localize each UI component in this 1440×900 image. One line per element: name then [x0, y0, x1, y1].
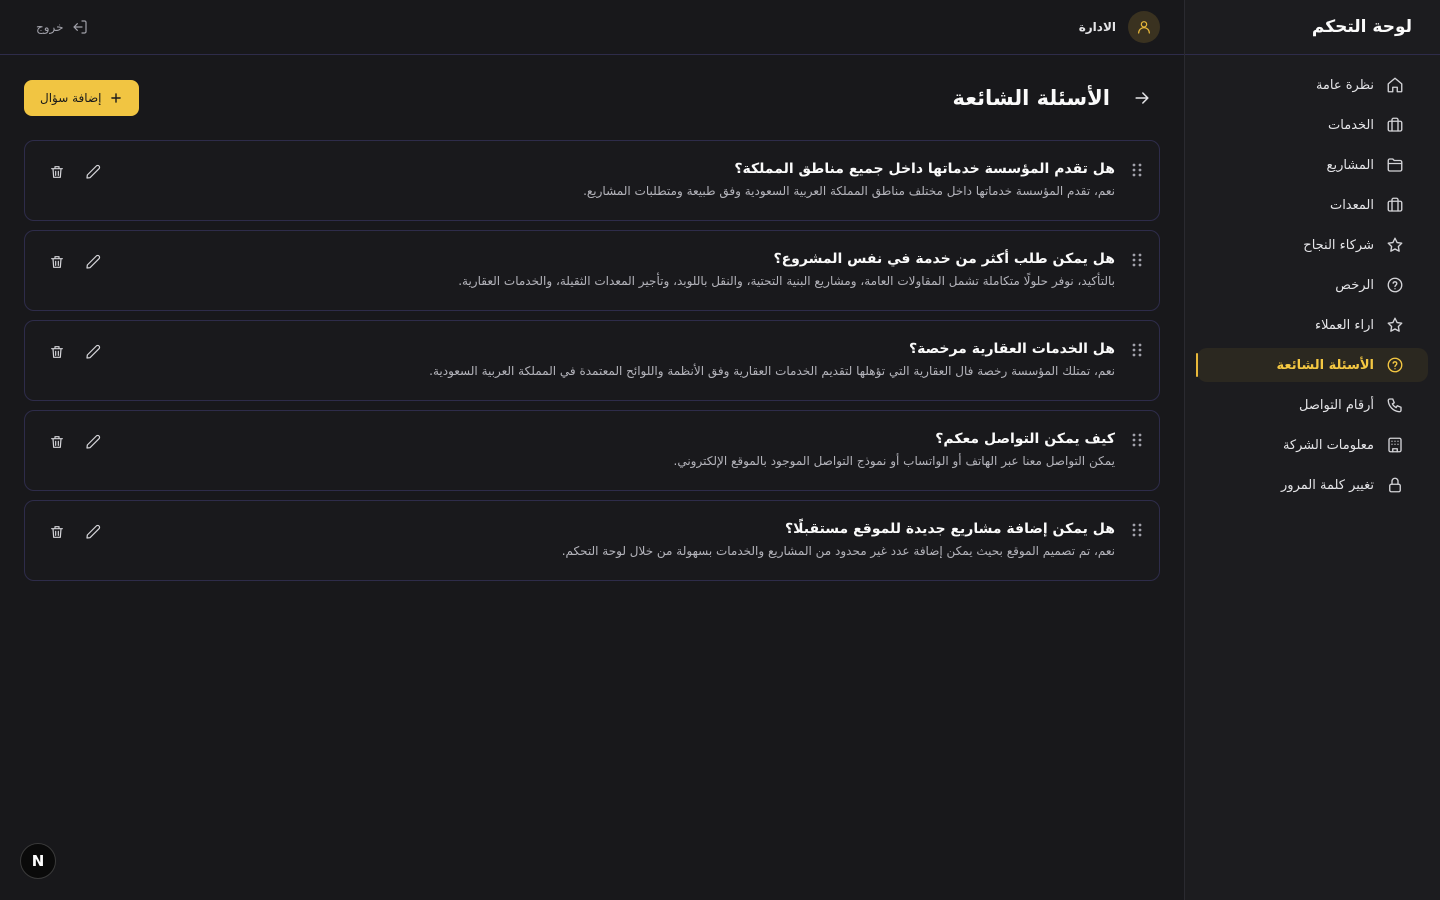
trash-icon[interactable]	[49, 254, 65, 270]
topbar: الادارة خروج	[0, 0, 1184, 55]
briefcase-icon	[1387, 197, 1403, 212]
add-question-button[interactable]: إضافة سؤال	[24, 80, 140, 116]
faq-item: هل تقدم المؤسسة خدماتها داخل جميع مناطق …	[24, 140, 1160, 221]
faq-item: هل يمكن طلب أكثر من خدمة في نفس المشروع؟…	[24, 230, 1160, 311]
page-title: الأسئلة الشائعة	[952, 86, 1111, 110]
drag-handle-icon[interactable]	[1131, 252, 1143, 268]
main-content: الأسئلة الشائعة إضافة سؤال هل تقدم المؤس…	[24, 56, 1160, 581]
faq-answer: نعم، تقدم المؤسسة خدماتها داخل مختلف منا…	[583, 184, 1115, 198]
sidebar-item-label: الرخص	[1335, 277, 1374, 293]
faq-answer: يمكن التواصل معنا عبر الهاتف أو الواتساب…	[673, 454, 1116, 468]
phone-icon	[1387, 398, 1402, 413]
sidebar-header: لوحة التحكم	[1185, 0, 1440, 55]
help-circle-icon	[1387, 357, 1403, 373]
faq-question: هل تقدم المؤسسة خدماتها داخل جميع مناطق …	[734, 161, 1115, 177]
trash-icon[interactable]	[49, 164, 65, 180]
edit-pencil-icon[interactable]	[85, 164, 101, 180]
sidebar-item-licenses[interactable]: الرخص	[1197, 265, 1428, 305]
faq-item: هل يمكن إضافة مشاريع جديدة للموقع مستقبل…	[24, 500, 1160, 581]
sidebar-item-label: اراء العملاء	[1315, 317, 1374, 333]
faq-item: كيف يمكن التواصل معكم؟ يمكن التواصل معنا…	[24, 410, 1160, 491]
sidebar-item-label: الأسئلة الشائعة	[1276, 357, 1375, 373]
edit-pencil-icon[interactable]	[85, 434, 101, 450]
sidebar-item-company-info[interactable]: معلومات الشركة	[1197, 425, 1428, 465]
faq-question: كيف يمكن التواصل معكم؟	[935, 431, 1115, 447]
faq-question: هل الخدمات العقارية مرخصة؟	[908, 341, 1115, 357]
faq-text: هل الخدمات العقارية مرخصة؟ نعم، تمتلك ال…	[69, 337, 1143, 380]
faq-text: هل يمكن طلب أكثر من خدمة في نفس المشروع؟…	[69, 247, 1143, 290]
title-wrap: الأسئلة الشائعة	[953, 86, 1161, 110]
faq-answer: نعم، تم تصميم الموقع بحيث يمكن إضافة عدد…	[561, 544, 1115, 558]
sidebar-item-label: المشاريع	[1326, 157, 1374, 173]
drag-handle-icon[interactable]	[1131, 522, 1143, 538]
sidebar-item-label: أرقام التواصل	[1299, 397, 1374, 413]
plus-icon	[111, 93, 122, 103]
sidebar-title: لوحة التحكم	[1311, 17, 1412, 37]
sidebar-item-label: المعدات	[1329, 197, 1374, 213]
faq-text: هل يمكن إضافة مشاريع جديدة للموقع مستقبل…	[69, 517, 1143, 560]
drag-handle-icon[interactable]	[1131, 162, 1143, 178]
drag-handle-icon[interactable]	[1131, 342, 1143, 358]
page-header: الأسئلة الشائعة إضافة سؤال	[24, 56, 1160, 140]
faq-question: هل يمكن طلب أكثر من خدمة في نفس المشروع؟	[773, 251, 1115, 267]
sidebar-item-overview[interactable]: نظرة عامة	[1197, 65, 1428, 105]
faq-actions	[49, 524, 101, 540]
trash-icon[interactable]	[49, 344, 65, 360]
help-circle-icon	[1387, 277, 1403, 293]
framework-badge[interactable]: N	[20, 843, 56, 879]
home-icon	[1387, 77, 1403, 93]
faq-answer: بالتأكيد، نوفر حلولًا متكاملة تشمل المقا…	[458, 274, 1115, 288]
faq-text: كيف يمكن التواصل معكم؟ يمكن التواصل معنا…	[69, 427, 1143, 470]
trash-icon[interactable]	[49, 524, 65, 540]
sidebar-nav: نظرة عامة الخدمات المشاريع المعدات شركاء…	[1185, 55, 1440, 505]
faq-question: هل يمكن إضافة مشاريع جديدة للموقع مستقبل…	[785, 521, 1115, 537]
sidebar-item-partners[interactable]: شركاء النجاح	[1197, 225, 1428, 265]
add-question-label: إضافة سؤال	[40, 91, 102, 105]
sidebar-item-testimonials[interactable]: اراء العملاء	[1197, 305, 1428, 345]
user-menu[interactable]: الادارة	[1079, 11, 1160, 43]
avatar	[1128, 11, 1160, 43]
star-icon	[1387, 237, 1403, 252]
briefcase-icon	[1387, 117, 1403, 132]
faq-list: هل تقدم المؤسسة خدماتها داخل جميع مناطق …	[24, 140, 1160, 581]
sidebar-item-services[interactable]: الخدمات	[1197, 105, 1428, 145]
sidebar-item-equipment[interactable]: المعدات	[1197, 185, 1428, 225]
faq-actions	[49, 344, 101, 360]
building-icon	[1388, 437, 1402, 453]
edit-pencil-icon[interactable]	[85, 254, 101, 270]
sidebar-item-label: شركاء النجاح	[1303, 237, 1374, 253]
edit-pencil-icon[interactable]	[85, 344, 101, 360]
trash-icon[interactable]	[49, 434, 65, 450]
folder-icon	[1387, 158, 1403, 172]
sidebar-item-contact-numbers[interactable]: أرقام التواصل	[1197, 385, 1428, 425]
sidebar-item-label: نظرة عامة	[1315, 77, 1374, 93]
sidebar-item-label: معلومات الشركة	[1282, 437, 1374, 453]
faq-actions	[49, 254, 101, 270]
star-icon	[1387, 317, 1403, 332]
sidebar-item-faq[interactable]: الأسئلة الشائعة	[1196, 348, 1428, 382]
faq-answer: نعم، تمتلك المؤسسة رخصة فال العقارية الت…	[429, 364, 1115, 378]
user-name: الادارة	[1078, 20, 1116, 34]
sidebar-item-projects[interactable]: المشاريع	[1197, 145, 1428, 185]
sidebar-item-label: الخدمات	[1328, 117, 1374, 133]
sidebar: لوحة التحكم نظرة عامة الخدمات المشاريع ا…	[1184, 0, 1440, 900]
logout-icon	[72, 20, 87, 34]
logout-button[interactable]: خروج	[36, 19, 88, 35]
user-icon	[1138, 21, 1150, 34]
faq-actions	[49, 434, 101, 450]
sidebar-item-change-password[interactable]: تغيير كلمة المرور	[1197, 465, 1428, 505]
edit-pencil-icon[interactable]	[85, 524, 101, 540]
faq-text: هل تقدم المؤسسة خدماتها داخل جميع مناطق …	[69, 157, 1143, 200]
faq-actions	[49, 164, 101, 180]
sidebar-item-label: تغيير كلمة المرور	[1281, 477, 1374, 493]
back-arrow-icon[interactable]	[1132, 88, 1152, 108]
lock-icon	[1389, 477, 1401, 493]
logout-label: خروج	[36, 20, 64, 34]
faq-item: هل الخدمات العقارية مرخصة؟ نعم، تمتلك ال…	[24, 320, 1160, 401]
drag-handle-icon[interactable]	[1131, 432, 1143, 448]
